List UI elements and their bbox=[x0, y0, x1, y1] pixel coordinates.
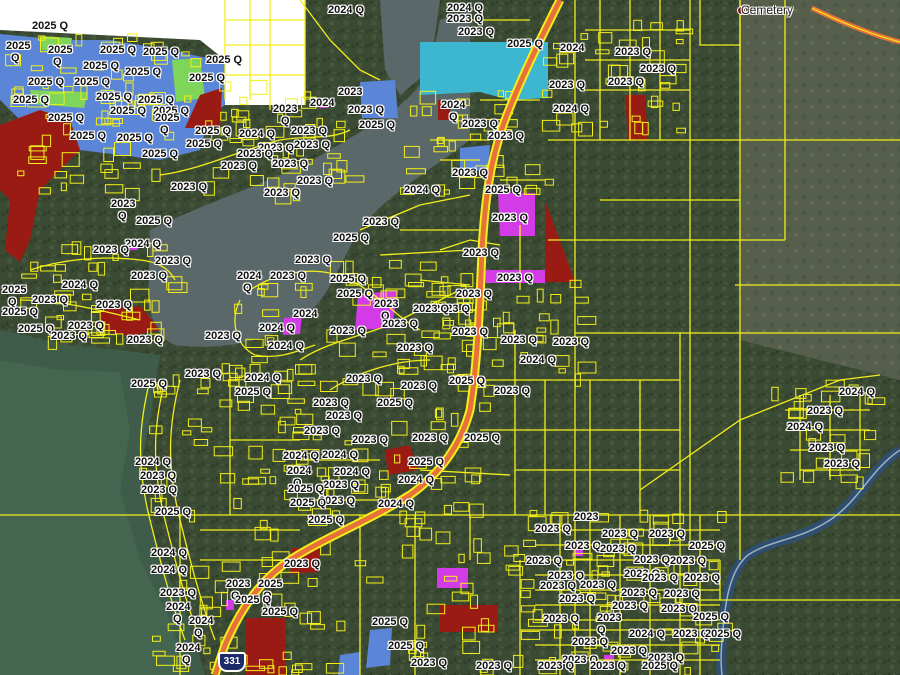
parcel-blue bbox=[366, 628, 392, 668]
map-view[interactable]: 2025 Q 2025 Q 2025 Q 2025 Q 2025 Q 2025 Q 2025 Q… bbox=[0, 0, 900, 675]
parcel-magenta bbox=[130, 242, 138, 250]
parcel-magenta bbox=[498, 193, 535, 236]
route-shield-icon: 331 bbox=[218, 652, 246, 672]
parcel-red bbox=[440, 605, 498, 632]
parcel-magenta bbox=[485, 270, 545, 283]
cemetery-label: Cemetery bbox=[741, 3, 794, 17]
parcel-magenta bbox=[437, 568, 468, 588]
light-forest-area bbox=[740, 0, 900, 380]
parcel-blue bbox=[360, 80, 398, 118]
parcel-magenta bbox=[320, 100, 328, 108]
parcel-map-canvas[interactable] bbox=[0, 0, 900, 675]
parcel-red bbox=[438, 100, 450, 120]
parcel-magenta bbox=[283, 316, 302, 335]
